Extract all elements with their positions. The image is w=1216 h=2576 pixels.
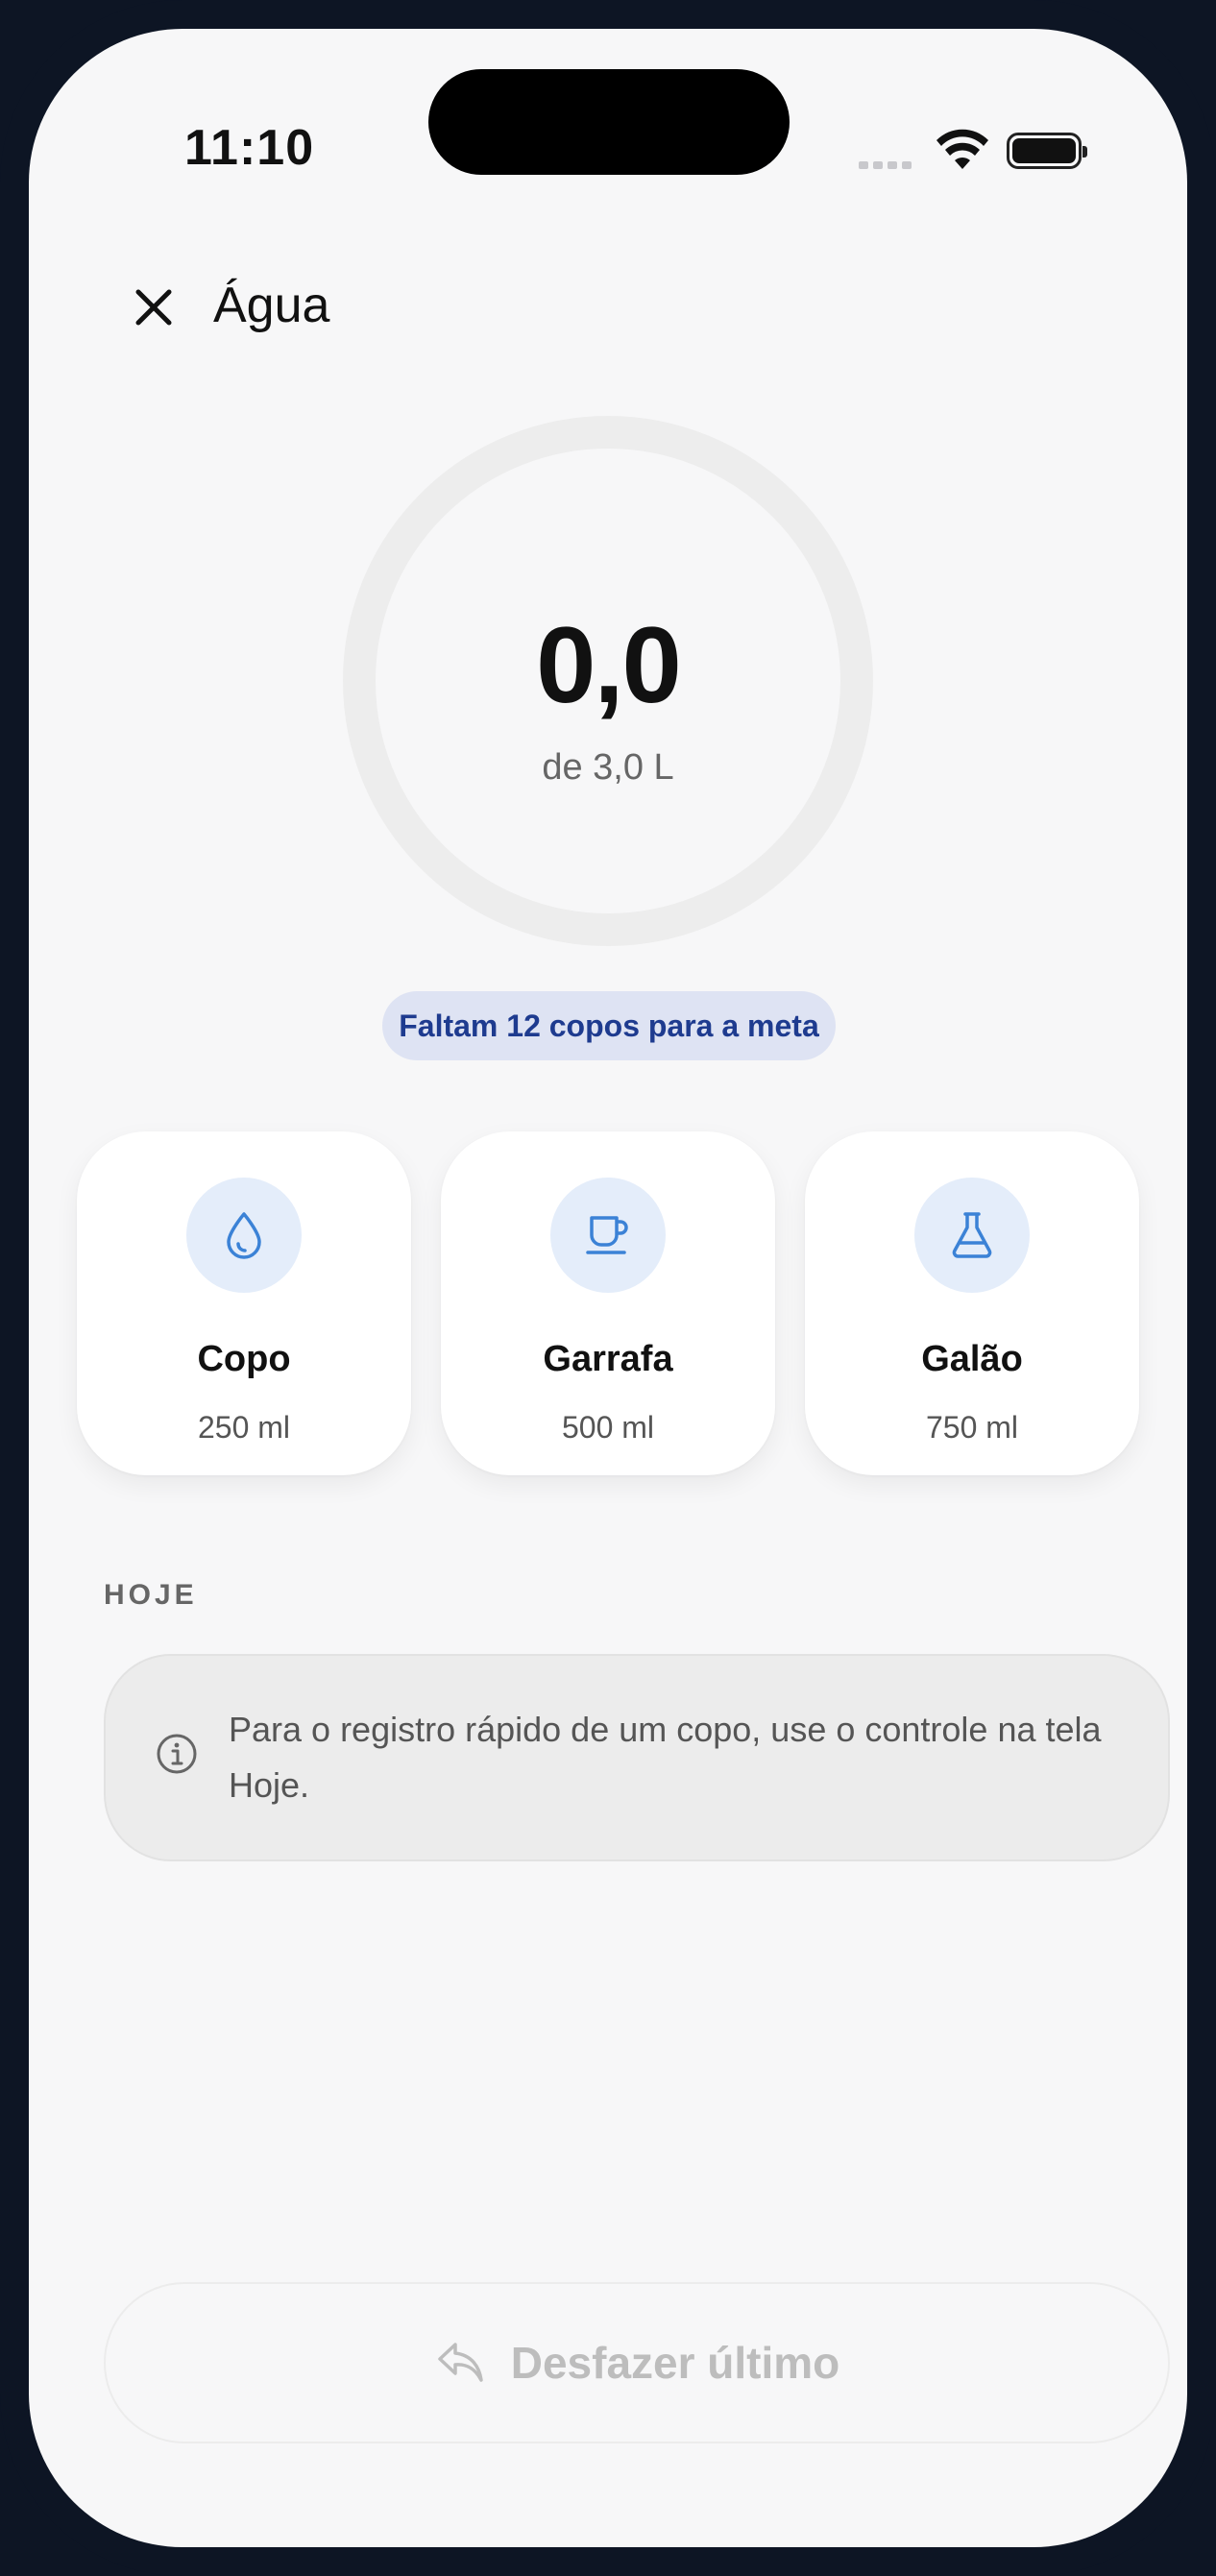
info-icon bbox=[157, 1734, 197, 1774]
container-volume: 500 ml bbox=[561, 1410, 655, 1445]
container-card-copo[interactable]: Copo 250 ml bbox=[77, 1131, 411, 1475]
container-name: Garrafa bbox=[543, 1339, 673, 1379]
water-goal: de 3,0 L bbox=[542, 747, 674, 788]
cellular-signal-icon bbox=[859, 157, 916, 174]
container-name: Galão bbox=[921, 1339, 1023, 1379]
container-card-garrafa[interactable]: Garrafa 500 ml bbox=[441, 1131, 775, 1475]
cup-icon bbox=[586, 1216, 628, 1254]
container-name: Copo bbox=[197, 1339, 291, 1379]
page-title: Água bbox=[213, 278, 330, 333]
water-amount: 0,0 bbox=[536, 605, 682, 725]
icon-circle bbox=[550, 1178, 666, 1293]
container-volume: 750 ml bbox=[925, 1410, 1019, 1445]
battery-icon bbox=[1007, 133, 1087, 169]
section-label-today: HOJE bbox=[104, 1579, 198, 1611]
drop-icon bbox=[227, 1212, 261, 1259]
undo-last-button[interactable]: Desfazer último bbox=[104, 2282, 1170, 2443]
wifi-icon bbox=[936, 129, 988, 169]
container-cards: Copo 250 ml Garrafa 500 ml Galão 750 ml bbox=[77, 1131, 1139, 1475]
dynamic-island bbox=[428, 69, 790, 175]
close-icon bbox=[135, 289, 172, 326]
icon-circle bbox=[914, 1178, 1030, 1293]
undo-icon bbox=[437, 2343, 483, 2382]
status-time: 11:10 bbox=[184, 120, 315, 176]
info-box: Para o registro rápido de um copo, use o… bbox=[104, 1654, 1170, 1861]
goal-remaining-badge: Faltam 12 copos para a meta bbox=[382, 991, 836, 1060]
close-button[interactable] bbox=[98, 252, 209, 363]
container-volume: 250 ml bbox=[197, 1410, 291, 1445]
screen: 11:10 Água 0,0 de 3,0 L Faltam 12 copos … bbox=[29, 29, 1187, 2547]
info-text: Para o registro rápido de um copo, use o… bbox=[229, 1710, 1102, 1805]
flask-icon bbox=[952, 1212, 992, 1258]
container-card-galao[interactable]: Galão 750 ml bbox=[805, 1131, 1139, 1475]
undo-label: Desfazer último bbox=[510, 2338, 840, 2388]
icon-circle bbox=[186, 1178, 302, 1293]
